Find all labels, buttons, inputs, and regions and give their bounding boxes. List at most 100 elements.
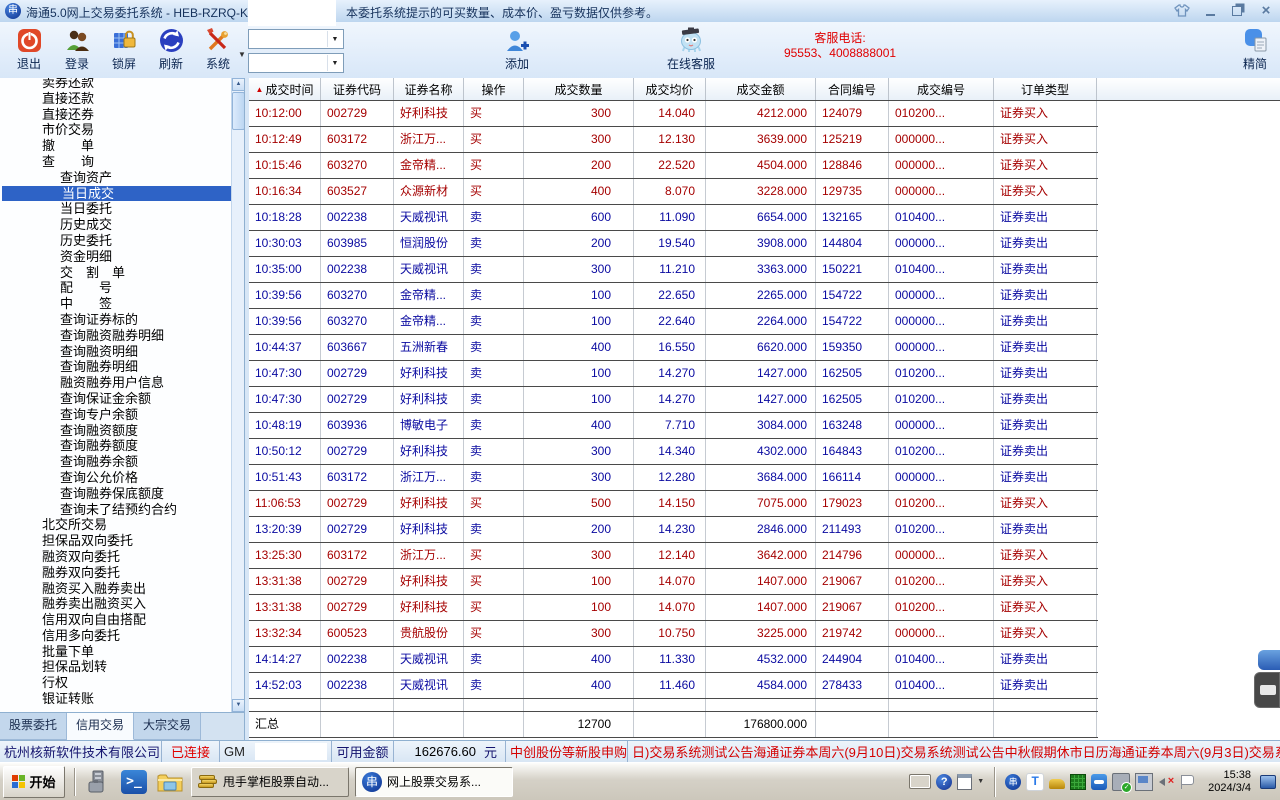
sidebar-item[interactable]: 融资融券用户信息	[0, 375, 231, 391]
trade-row[interactable]: 10:47:30 002729 好利科技卖 100 14.270 1427.000 1625…	[249, 361, 1098, 387]
folder-icon[interactable]	[155, 767, 185, 797]
trade-row[interactable]: 10:51:43 603172 浙江万... 卖 300 12.280 3684.000 16…	[249, 465, 1098, 491]
tray-chevron-icon[interactable]: ▼	[977, 778, 984, 785]
sidebar-item[interactable]: 查询专户余额	[0, 407, 231, 423]
account-combo-1[interactable]: ▼	[248, 29, 344, 49]
close-button[interactable]: ×	[1258, 3, 1274, 18]
restore-button[interactable]	[1230, 4, 1246, 18]
sidebar-item[interactable]: 批量下单	[0, 644, 231, 660]
empty-row[interactable]	[249, 699, 1098, 712]
keyboard-icon[interactable]	[909, 774, 932, 789]
column-header[interactable]: 成交均价	[634, 78, 706, 100]
show-desktop-button[interactable]	[1260, 774, 1276, 789]
summary-row[interactable]: 汇总 12700 176800.000	[249, 712, 1098, 738]
account-combo-2[interactable]: ▼	[248, 53, 344, 73]
trade-row[interactable]: 10:48:19 603936 博敏电子卖 400 7.710 3084.000 16324…	[249, 413, 1098, 439]
refresh-button[interactable]: 刷新	[146, 25, 196, 75]
tab-股票委托[interactable]: 股票委托	[0, 713, 68, 740]
taskbar-window-1[interactable]: 甩手掌柜股票自动...	[191, 766, 349, 797]
green-grid-icon[interactable]	[1070, 773, 1087, 790]
tray-clock[interactable]: 15:38 2024/3/4	[1208, 769, 1251, 795]
tab-信用交易[interactable]: 信用交易	[67, 713, 135, 740]
add-button[interactable]: 添加	[492, 25, 542, 75]
lock-screen-button[interactable]: 锁屏	[99, 25, 149, 75]
taskbar-window-2[interactable]: 串 网上股票交易系...	[355, 766, 513, 797]
sidebar-item[interactable]: 查询公允价格	[0, 470, 231, 486]
sidebar-item[interactable]: 查询资产	[0, 170, 231, 186]
sidebar-item[interactable]: 融资双向委托	[0, 549, 231, 565]
tim-icon[interactable]: T	[1026, 772, 1045, 791]
column-header[interactable]: ▲ 成交时间	[249, 78, 321, 100]
trade-row[interactable]: 13:32:34 600523 贵航股份买 300 10.750 3225.000 2197…	[249, 621, 1098, 647]
trade-row[interactable]: 14:14:27 002238 天威视讯卖 400 11.330 4532.000 2449…	[249, 647, 1098, 673]
tab-大宗交易[interactable]: 大宗交易	[134, 713, 202, 740]
sidebar-item[interactable]: 查询融资额度	[0, 423, 231, 439]
scroll-down-icon[interactable]: ▼	[232, 699, 244, 712]
chevron-down-icon[interactable]: ▼	[327, 55, 342, 71]
haitong-tray-icon[interactable]: 串	[1005, 773, 1022, 790]
column-header[interactable]: 成交数量	[524, 78, 634, 100]
trade-row[interactable]: 10:15:46 603270 金帝精... 买 200 22.520 4504.000 12…	[249, 153, 1098, 179]
exit-button[interactable]: 退出	[4, 25, 54, 75]
trade-row[interactable]: 10:12:00 002729 好利科技买 300 14.040 4212.000 1240…	[249, 101, 1098, 127]
sidebar-item[interactable]: 中 签	[0, 296, 231, 312]
window-arrange-icon[interactable]	[957, 773, 973, 790]
column-header[interactable]: 证券代码	[321, 78, 394, 100]
sidebar-item[interactable]: 配 号	[0, 280, 231, 296]
trade-row[interactable]: 10:18:28 002238 天威视讯卖 600 11.090 6654.000 1321…	[249, 205, 1098, 231]
sidebar-item[interactable]: 查询融资明细	[0, 344, 231, 360]
usb-icon[interactable]: ✓	[1112, 772, 1133, 793]
simplify-button[interactable]: 精简	[1230, 25, 1280, 75]
volume-muted-icon[interactable]: ×	[1158, 774, 1174, 790]
login-button[interactable]: 登录	[52, 25, 102, 75]
trade-row[interactable]: 10:30:03 603985 恒润股份卖 200 19.540 3908.000 1448…	[249, 231, 1098, 257]
sidebar-item[interactable]: 融券卖出融资买入	[0, 596, 231, 612]
start-button[interactable]: 开始	[3, 765, 65, 798]
sidebar-item[interactable]: 资金明细	[0, 249, 231, 265]
trade-row[interactable]: 14:52:03 002238 天威视讯卖 400 11.460 4584.000 2784…	[249, 673, 1098, 699]
keyboard-panel-icon[interactable]	[1254, 672, 1280, 708]
sidebar-item[interactable]: 历史委托	[0, 233, 231, 249]
skin-icon[interactable]	[1174, 4, 1190, 18]
column-header[interactable]: 证券名称	[394, 78, 464, 100]
trade-row[interactable]: 10:50:12 002729 好利科技卖 300 14.340 4302.000 1648…	[249, 439, 1098, 465]
sidebar-item[interactable]: 查询证券标的	[0, 312, 231, 328]
sidebar-item[interactable]: 当日委托	[0, 201, 231, 217]
trade-row[interactable]: 10:12:49 603172 浙江万... 买 300 12.130 3639.000 12…	[249, 127, 1098, 153]
sidebar-item[interactable]: 查询融资融券明细	[0, 328, 231, 344]
sidebar-item[interactable]: 查 询	[0, 154, 231, 170]
sidebar-item[interactable]: 查询未了结预约合约	[0, 502, 231, 518]
system-menu-arrow[interactable]: ▼	[238, 50, 246, 59]
sidebar-item[interactable]: 交 割 单	[0, 265, 231, 281]
column-header[interactable]: 订单类型	[994, 78, 1097, 100]
sidebar-item[interactable]: 担保品双向委托	[0, 533, 231, 549]
sidebar-item[interactable]: 直接还款	[0, 91, 231, 107]
floating-widget-icon[interactable]	[1258, 650, 1280, 670]
sidebar-item[interactable]: 信用多向委托	[0, 628, 231, 644]
sidebar-item[interactable]: 融资买入融券卖出	[0, 581, 231, 597]
help-icon[interactable]: ?	[936, 773, 953, 790]
trade-row[interactable]: 10:39:56 603270 金帝精... 卖 100 22.640 2264.000 15…	[249, 309, 1098, 335]
system-button[interactable]: 系统	[193, 25, 243, 75]
car-icon[interactable]	[1049, 778, 1066, 789]
sidebar-item[interactable]: 查询融券保底额度	[0, 486, 231, 502]
powershell-icon[interactable]: >_	[119, 767, 149, 797]
flag-icon[interactable]	[1179, 774, 1195, 790]
trade-row[interactable]: 13:31:38 002729 好利科技买 100 14.070 1407.000 2190…	[249, 595, 1098, 621]
teamviewer-icon[interactable]	[1091, 773, 1108, 790]
sidebar-item[interactable]: 卖券还款	[0, 78, 231, 91]
scroll-up-icon[interactable]: ▲	[232, 78, 244, 91]
trade-row[interactable]: 10:44:37 603667 五洲新春卖 400 16.550 6620.000 1593…	[249, 335, 1098, 361]
sidebar-item[interactable]: 查询融券明细	[0, 359, 231, 375]
column-header[interactable]: 操作	[464, 78, 524, 100]
sidebar-item[interactable]: 担保品划转	[0, 659, 231, 675]
trade-row[interactable]: 10:47:30 002729 好利科技卖 100 14.270 1427.000 1625…	[249, 387, 1098, 413]
sidebar-item[interactable]: 历史成交	[0, 217, 231, 233]
trade-row[interactable]: 10:35:00 002238 天威视讯卖 300 11.210 3363.000 1502…	[249, 257, 1098, 283]
floating-widget[interactable]	[1254, 650, 1280, 708]
scrollbar-thumb[interactable]	[232, 92, 244, 130]
sidebar-item[interactable]: 直接还券	[0, 107, 231, 123]
sidebar-item[interactable]: 撤 单	[0, 138, 231, 154]
chevron-down-icon[interactable]: ▼	[327, 31, 342, 47]
column-header[interactable]: 合同编号	[816, 78, 889, 100]
